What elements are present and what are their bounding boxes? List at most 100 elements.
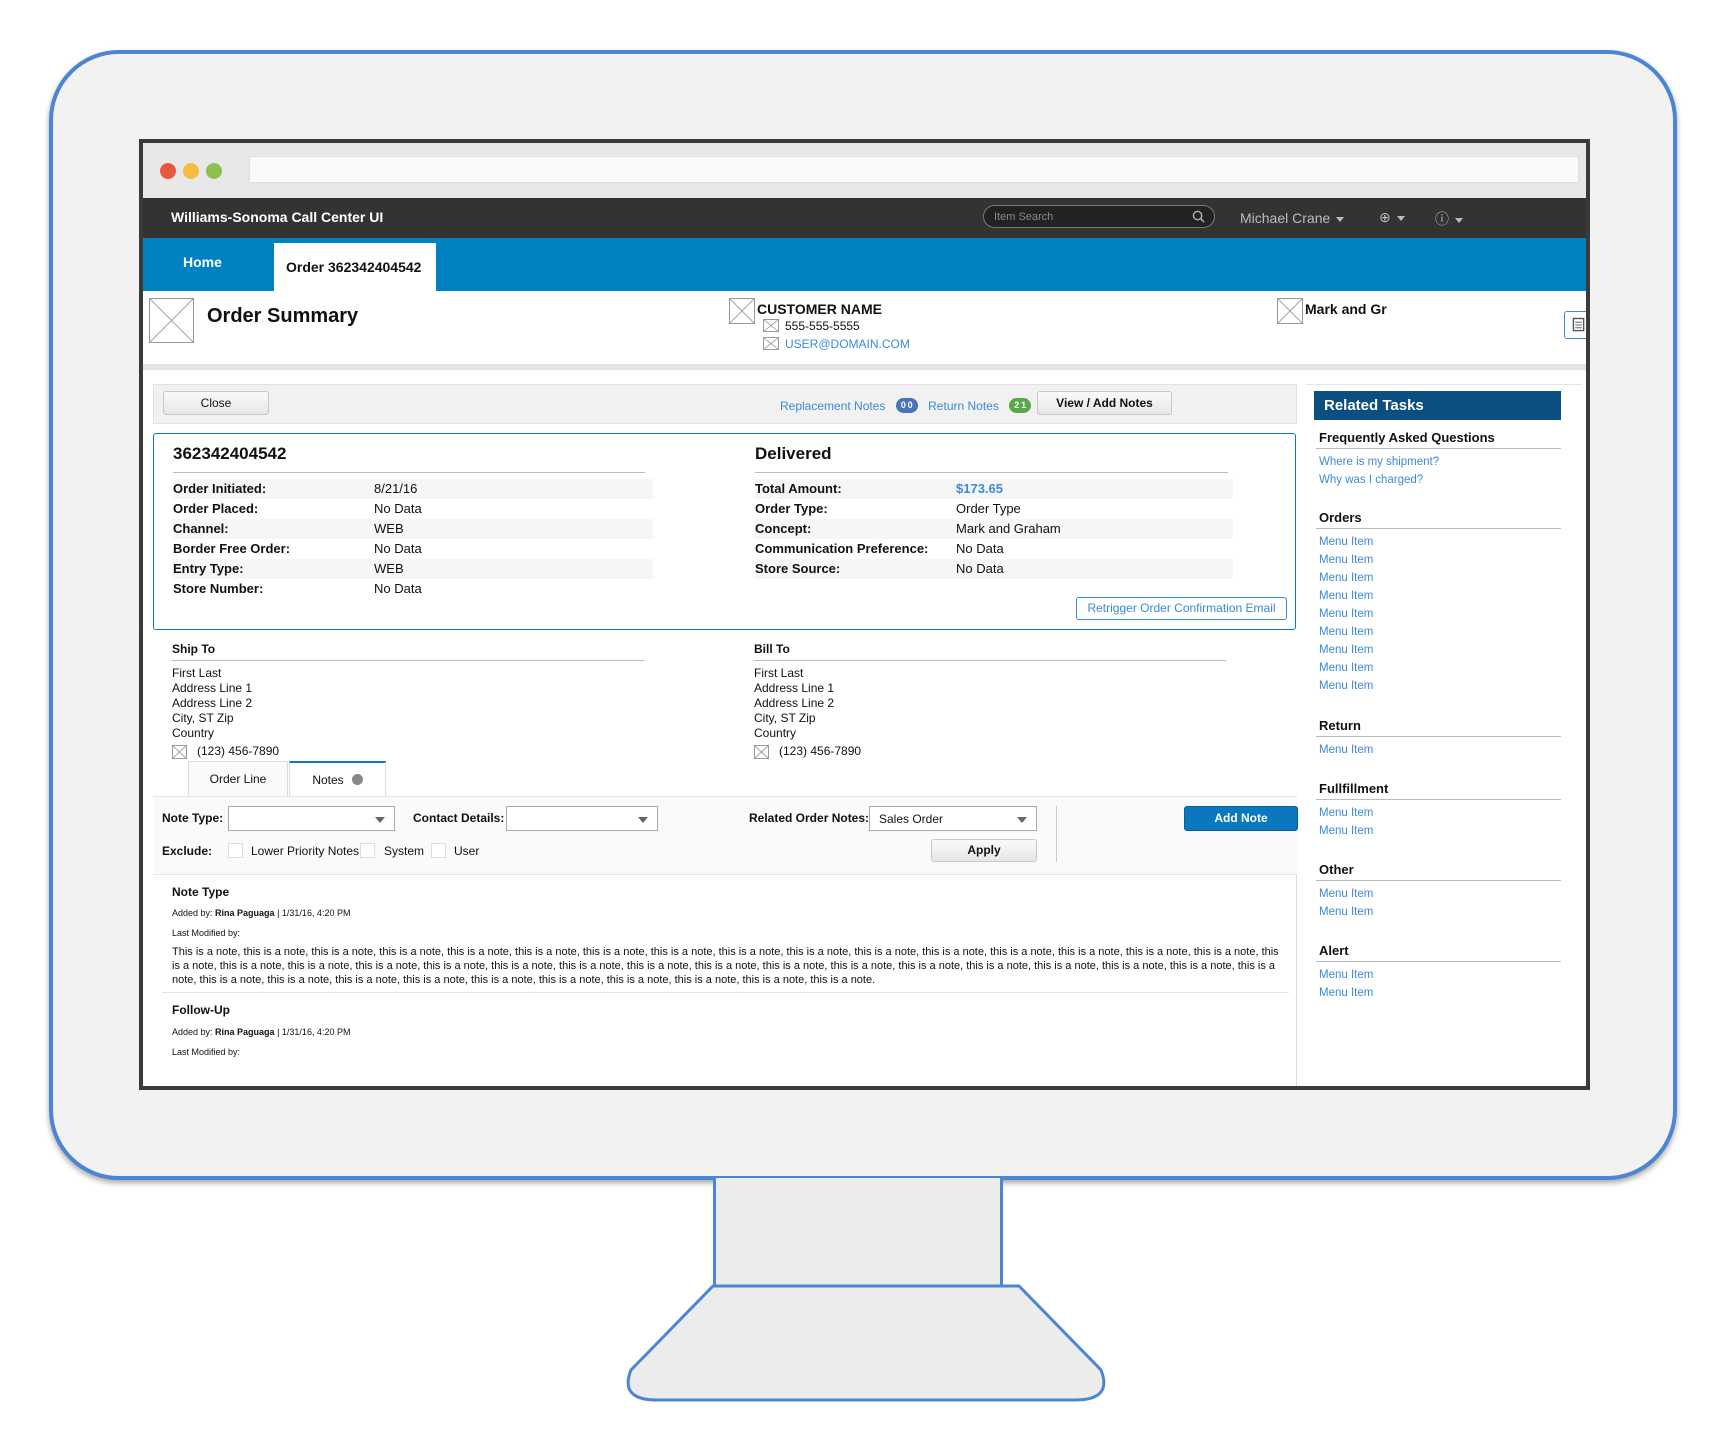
menu-item-link[interactable]: Menu Item xyxy=(1319,744,1373,756)
field-value: 8/21/16 xyxy=(374,481,418,496)
menu-item-link[interactable]: Menu Item xyxy=(1319,590,1373,602)
notes-filters: Note Type: Contact Details: Related Orde… xyxy=(153,796,1298,875)
menu-item-link[interactable]: Where is my shipment? xyxy=(1319,456,1439,468)
search-icon[interactable] xyxy=(1192,210,1205,223)
ship-to-phone: (123) 456-7890 xyxy=(197,744,280,758)
menu-item-link[interactable]: Menu Item xyxy=(1319,888,1373,900)
help-menu[interactable]: ⓘ xyxy=(1435,209,1463,229)
menu-item-link[interactable]: Why was I charged? xyxy=(1319,474,1423,486)
exclude-label: Exclude: xyxy=(162,844,213,858)
field-label: Channel: xyxy=(173,521,229,536)
screen: Williams-Sonoma Call Center UI Michael C… xyxy=(139,139,1590,1090)
ship-to-heading: Ship To xyxy=(172,642,216,656)
menu-item-link[interactable]: Menu Item xyxy=(1319,536,1373,548)
section-fullfillment: Fullfillment xyxy=(1319,781,1389,796)
return-notes-count-badge: 2 1 xyxy=(1009,398,1032,414)
user-menu[interactable]: Michael Crane xyxy=(1240,210,1345,226)
page-title: Order Summary xyxy=(207,305,359,327)
field-concept: Concept: Mark and Graham xyxy=(755,519,1233,539)
address-line: Address Line 2 xyxy=(754,696,835,710)
menu-item-link[interactable]: Menu Item xyxy=(1319,969,1373,981)
field-label: Order Placed: xyxy=(173,501,259,516)
order-summary-card: 362342404542 Delivered Order Initiated: 8… xyxy=(153,433,1296,630)
tab-notes[interactable]: Notes xyxy=(289,761,386,797)
view-add-notes-button[interactable]: View / Add Notes xyxy=(1037,391,1172,415)
system-checkbox[interactable] xyxy=(360,843,375,858)
note-added-by: Added by: Rina Paguaga | 1/31/16, 4:20 P… xyxy=(172,908,350,918)
added-by-meta: | 1/31/16, 4:20 PM xyxy=(277,1027,351,1037)
tab-order[interactable]: Order 362342404542 xyxy=(274,243,436,291)
browser-bar xyxy=(143,143,1586,198)
field-value: No Data xyxy=(374,581,422,596)
section-orders: Orders xyxy=(1319,510,1362,525)
replacement-notes: Replacement Notes 0 0 Return Notes 2 1 xyxy=(780,397,1032,415)
section-other: Other xyxy=(1319,862,1354,877)
tab-home[interactable]: Home xyxy=(183,254,222,270)
added-by-meta: | 1/31/16, 4:20 PM xyxy=(277,908,351,918)
user-checkbox[interactable] xyxy=(431,843,446,858)
customer-email-link[interactable]: USER@DOMAIN.COM xyxy=(785,337,910,351)
chevron-down-icon xyxy=(375,817,385,823)
menu-item-link[interactable]: Menu Item xyxy=(1319,626,1373,638)
related-order-notes-select[interactable]: Sales Order xyxy=(869,806,1037,831)
chevron-down-icon xyxy=(1017,817,1027,823)
concept-logo-icon xyxy=(1277,298,1303,324)
help-icon: ⓘ xyxy=(1435,211,1449,227)
vertical-divider xyxy=(1056,806,1057,862)
divider xyxy=(1316,736,1561,737)
added-by-label: Added by: xyxy=(172,1027,213,1037)
replacement-count-b: 0 xyxy=(907,400,913,411)
order-status: Delivered xyxy=(755,444,832,463)
menu-item-link[interactable]: Menu Item xyxy=(1319,987,1373,999)
add-note-button[interactable]: Add Note xyxy=(1184,806,1298,831)
retrigger-email-button[interactable]: Retrigger Order Confirmation Email xyxy=(1076,597,1287,620)
replacement-notes-link[interactable]: Replacement Notes xyxy=(780,399,885,413)
field-value: WEB xyxy=(374,561,404,576)
note-modified-by: Last Modified by: xyxy=(172,1047,241,1057)
menu-item-link[interactable]: Menu Item xyxy=(1319,554,1373,566)
lower-priority-notes-checkbox[interactable] xyxy=(228,843,243,858)
phone-icon xyxy=(763,319,779,332)
item-search[interactable] xyxy=(983,205,1215,228)
field-value: No Data xyxy=(956,561,1004,576)
note-title: Note Type xyxy=(172,885,230,899)
menu-item-link[interactable]: Menu Item xyxy=(1319,680,1373,692)
user-name: Michael Crane xyxy=(1240,210,1331,226)
customer-avatar-icon xyxy=(729,298,755,324)
apply-button[interactable]: Apply xyxy=(931,839,1037,862)
field-value: Order Type xyxy=(956,501,1021,516)
image-placeholder-icon xyxy=(149,298,194,343)
main-content: Close Replacement Notes 0 0 Return Notes… xyxy=(143,376,1586,1086)
menu-item-link[interactable]: Menu Item xyxy=(1319,608,1373,620)
tab-order-line[interactable]: Order Line xyxy=(188,761,288,797)
status-dot-icon xyxy=(351,774,363,785)
field-entry-type: Entry Type: WEB xyxy=(173,559,653,579)
tab-notes-label: Notes xyxy=(312,773,344,787)
field-label: Order Initiated: xyxy=(173,481,267,496)
menu-item-link[interactable]: Menu Item xyxy=(1319,825,1373,837)
close-button[interactable]: Close xyxy=(163,391,269,415)
search-input[interactable] xyxy=(994,209,1184,224)
divider xyxy=(172,660,644,661)
note-type-select[interactable] xyxy=(228,806,395,831)
maximize-window-dot[interactable] xyxy=(206,163,222,179)
menu-item-link[interactable]: Menu Item xyxy=(1319,644,1373,656)
return-notes-link[interactable]: Return Notes xyxy=(928,399,999,413)
menu-item-link[interactable]: Menu Item xyxy=(1319,906,1373,918)
field-total-amount: Total Amount: $173.65 xyxy=(755,479,1233,499)
total-amount-link[interactable]: $173.65 xyxy=(956,479,1003,499)
add-menu[interactable]: ⊕ xyxy=(1379,209,1405,226)
contact-details-select[interactable] xyxy=(506,806,658,831)
divider xyxy=(755,472,1228,473)
field-label: Store Number: xyxy=(173,581,264,596)
address-line: Address Line 1 xyxy=(172,681,253,695)
clipboard-button[interactable] xyxy=(1564,311,1586,339)
menu-item-link[interactable]: Menu Item xyxy=(1319,572,1373,584)
menu-item-link[interactable]: Menu Item xyxy=(1319,807,1373,819)
address-bar[interactable] xyxy=(249,156,1579,183)
order-header: Order Summary CUSTOMER NAME 555-555-5555… xyxy=(143,291,1586,370)
close-window-dot[interactable] xyxy=(160,163,176,179)
menu-item-link[interactable]: Menu Item xyxy=(1319,662,1373,674)
divider xyxy=(1316,799,1561,800)
minimize-window-dot[interactable] xyxy=(183,163,199,179)
